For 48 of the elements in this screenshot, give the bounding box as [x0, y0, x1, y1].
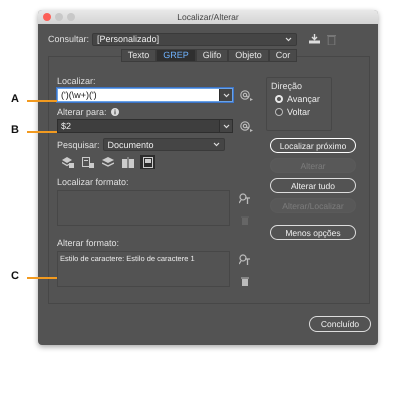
callout-letter: C [11, 270, 19, 282]
direction-label: Direção [271, 81, 304, 91]
info-icon [110, 108, 119, 116]
action-button[interactable]: Localizar próximo [270, 138, 356, 153]
tab[interactable]: GREP [156, 49, 196, 62]
find-field[interactable]: (')(\w+)(') [57, 88, 233, 102]
callout-letter: B [11, 124, 19, 136]
query-label: Consultar: [48, 34, 90, 44]
caret-icon [222, 124, 230, 128]
action-button[interactable]: Alterar tudo [270, 178, 356, 193]
leader-line [27, 131, 57, 133]
special-characters-icon[interactable] [240, 120, 253, 132]
format-search-icon[interactable] [239, 254, 250, 265]
find-format-label: Localizar formato: [57, 177, 130, 187]
tab[interactable]: Texto [120, 49, 156, 62]
caret-icon [285, 36, 292, 42]
radio-button[interactable] [275, 108, 283, 116]
change-label: Alterar para: [57, 107, 107, 117]
leader-line [27, 277, 57, 279]
change-field[interactable]: $2 [57, 119, 233, 133]
search-option-toggle[interactable] [80, 155, 95, 169]
search-option-toggle[interactable] [140, 155, 155, 169]
window-title: Localizar/Alterar [177, 12, 239, 22]
change-format-label: Alterar formato: [57, 238, 120, 248]
close-button[interactable] [43, 13, 51, 21]
caret-icon [222, 92, 230, 98]
radio-label[interactable]: Voltar [287, 107, 310, 117]
save-query-icon[interactable] [309, 34, 320, 44]
query-dropdown[interactable]: [Personalizado] [92, 32, 298, 46]
tab[interactable]: Objeto [228, 49, 269, 62]
callout-letter: A [11, 93, 19, 105]
done-button[interactable]: Concluído [309, 316, 371, 332]
search-label: Pesquisar: [57, 140, 100, 150]
find-label: Localizar: [57, 76, 97, 86]
format-search-icon[interactable] [239, 193, 250, 204]
tab[interactable]: Glifo [196, 49, 228, 62]
leader-line [27, 100, 57, 102]
search-option-toggle[interactable] [120, 155, 135, 169]
action-button[interactable]: Menos opções [270, 225, 356, 240]
search-option-toggle[interactable] [100, 155, 115, 169]
search-dropdown[interactable]: Documento [102, 138, 225, 151]
caret-icon [212, 142, 220, 147]
radio-button[interactable] [275, 95, 283, 103]
search-option-toggle[interactable] [60, 155, 75, 169]
delete-format-icon[interactable] [240, 277, 248, 286]
tab[interactable]: Cor [268, 49, 298, 62]
special-characters-icon[interactable] [240, 90, 253, 100]
radio-label[interactable]: Avançar [287, 94, 320, 104]
